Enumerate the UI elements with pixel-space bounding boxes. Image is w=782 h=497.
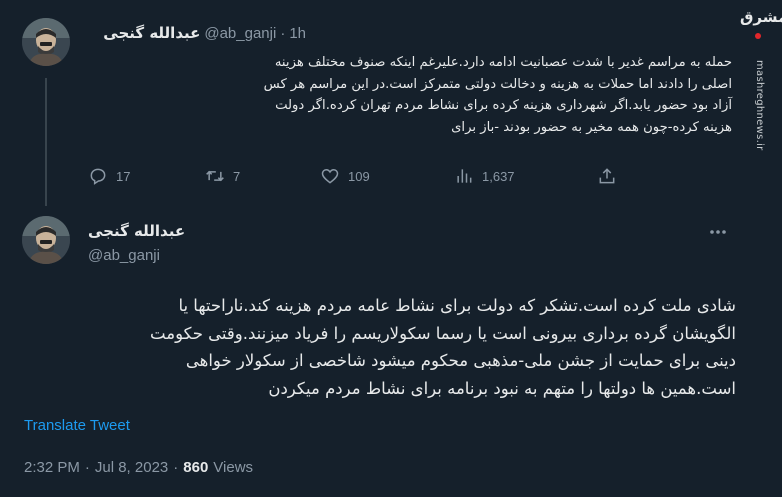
tweet1-header: عبدالله گنجی @ab_ganji · 1h bbox=[103, 24, 306, 42]
like-icon bbox=[321, 168, 339, 184]
tweet1-text-line: حمله به مراسم غدیر با شدت عصبانیت ادامه … bbox=[274, 55, 732, 70]
watermark-url: mashreghnews.ir bbox=[754, 60, 765, 151]
tweet-thread-page: مشرق mashreghnews.ir عبدالله گنجی @ab_ga… bbox=[0, 0, 782, 497]
tweet2-text-line: است.همین ها دولتها را متهم به نبود برنام… bbox=[268, 378, 736, 398]
tweet1-action-bar: 17 7 109 1,637 bbox=[88, 166, 628, 190]
tweet2-text-line: دینی برای حمایت از جشن ملی-مذهبی محکوم م… bbox=[185, 351, 736, 370]
reply-count: 17 bbox=[116, 168, 131, 184]
tweet1-text-line: آزاد بود حضور یابد.اگر شهرداری هزینه کرد… bbox=[275, 98, 732, 113]
tweet1-separator: · bbox=[280, 24, 286, 42]
avatar-portrait-icon bbox=[22, 18, 70, 66]
tweet2-handle[interactable]: @ab_ganji bbox=[88, 247, 160, 264]
tweet1-time[interactable]: 1h bbox=[289, 25, 306, 42]
tweet1-text: حمله به مراسم غدیر با شدت عصبانیت ادامه … bbox=[82, 52, 732, 138]
tweet2-views-label: Views bbox=[213, 459, 254, 476]
meta-dot: · bbox=[173, 459, 179, 476]
views-button[interactable]: 1,637 bbox=[454, 166, 515, 186]
share-icon bbox=[599, 168, 615, 184]
retweet-icon bbox=[206, 170, 224, 182]
like-button[interactable]: 109 bbox=[320, 166, 370, 186]
tweet1-handle[interactable]: @ab_ganji bbox=[204, 25, 276, 42]
tweet1-author-name[interactable]: عبدالله گنجی bbox=[103, 24, 200, 42]
reply-icon bbox=[90, 168, 106, 185]
retweet-button[interactable]: 7 bbox=[205, 166, 240, 186]
reply-button[interactable]: 17 bbox=[88, 166, 130, 186]
tweet1-text-line: هزینه کرده-چون همه مخیر به حضور بودند -ب… bbox=[451, 119, 732, 135]
tweet2-text-line: شادی ملت کرده است.تشکر که دولت برای نشاط… bbox=[178, 296, 736, 315]
watermark-logo: مشرق bbox=[740, 8, 782, 44]
avatar-portrait-icon bbox=[22, 216, 70, 264]
tweet2-text-line: الگویشان گرده برداری بیرونی است یا رسما … bbox=[150, 323, 736, 343]
share-button[interactable] bbox=[597, 166, 617, 186]
tweet2-author-name[interactable]: عبدالله گنجی bbox=[88, 222, 185, 240]
tweet2-time[interactable]: 2:32 PM bbox=[24, 459, 80, 476]
tweet2-meta: 2:32 PM · Jul 8, 2023 · 860 Views bbox=[24, 459, 253, 476]
avatar[interactable] bbox=[22, 216, 70, 264]
retweet-count: 7 bbox=[233, 168, 241, 184]
views-icon bbox=[457, 169, 472, 183]
watermark-logo-text: مشرق bbox=[740, 8, 782, 26]
like-count: 109 bbox=[348, 168, 370, 184]
views-count: 1,637 bbox=[482, 168, 515, 184]
meta-dot: · bbox=[84, 459, 90, 476]
watermark-dot bbox=[755, 32, 761, 39]
thread-connector-line bbox=[45, 78, 47, 206]
avatar[interactable] bbox=[22, 18, 70, 66]
tweet2-date[interactable]: Jul 8, 2023 bbox=[95, 459, 168, 476]
translate-tweet-link[interactable]: Translate Tweet bbox=[24, 417, 130, 434]
tweet2-views-count[interactable]: 860 bbox=[183, 459, 208, 476]
tweet2-text: شادی ملت کرده است.تشکر که دولت برای نشاط… bbox=[24, 292, 736, 402]
more-icon[interactable] bbox=[708, 222, 728, 242]
tweet1-text-line: اصلی را دادند اما حملات به هزینه و دخالت… bbox=[263, 76, 732, 92]
